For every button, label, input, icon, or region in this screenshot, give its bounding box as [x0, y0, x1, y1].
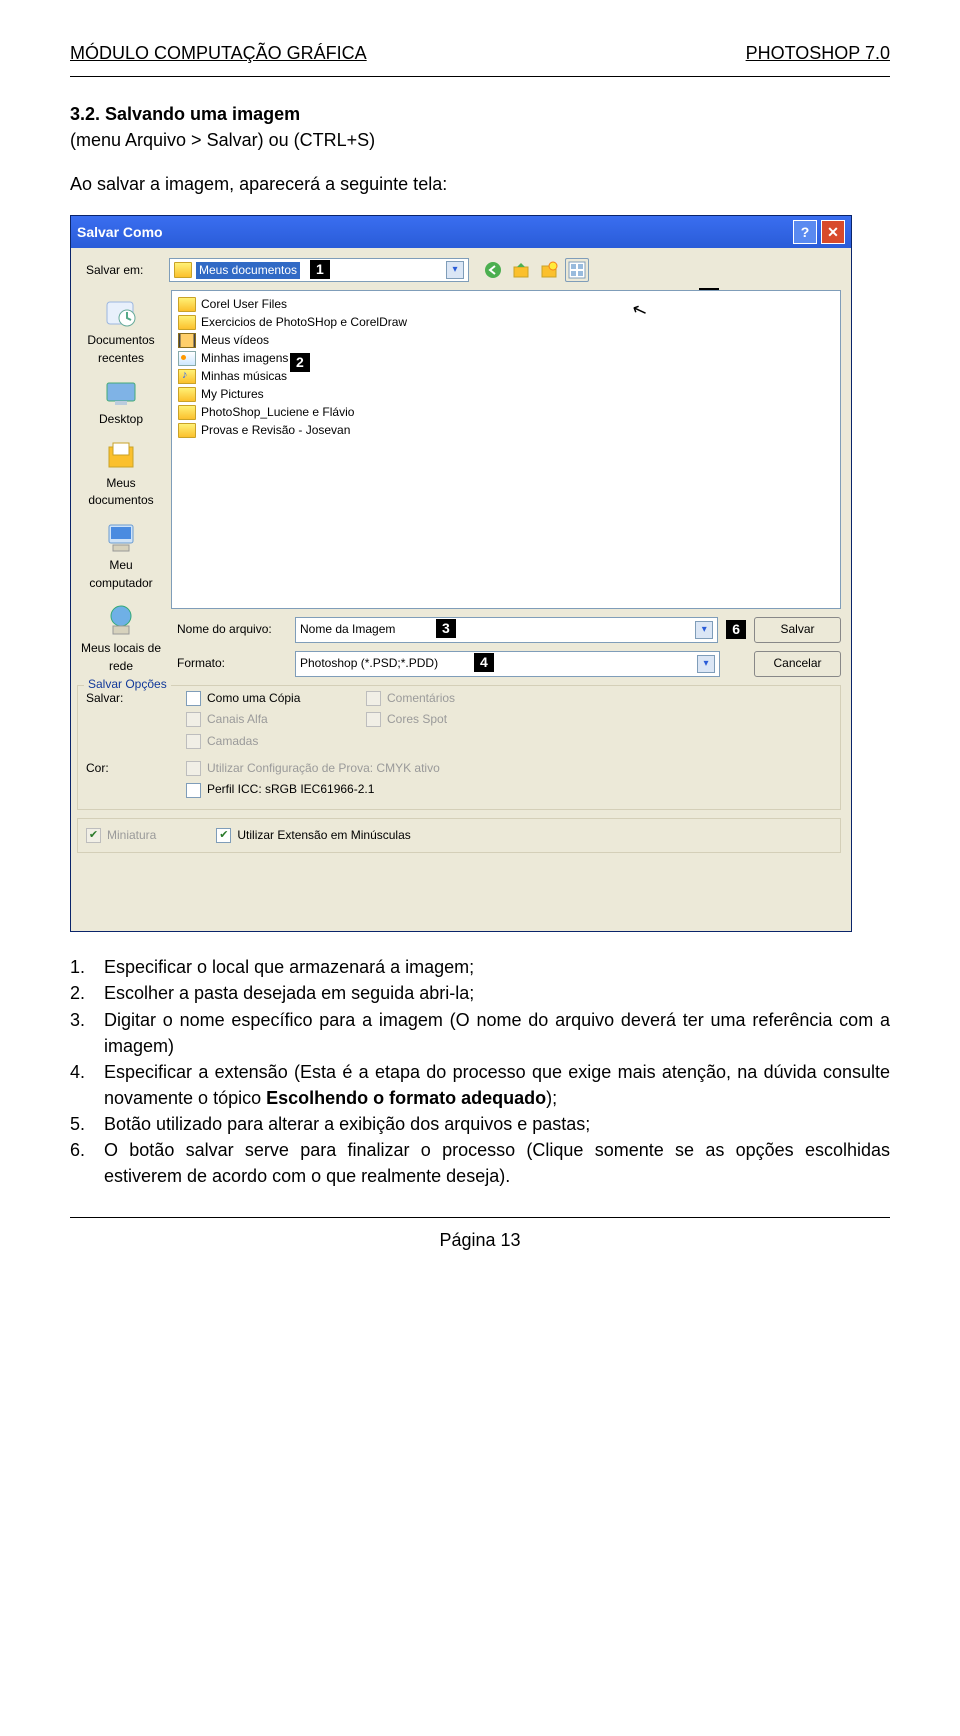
lower-options-group: ✔Miniatura ✔Utilizar Extensão em Minúscu…	[77, 818, 841, 853]
section-intro: Ao salvar a imagem, aparecerá a seguinte…	[70, 171, 890, 197]
callout-2: 2	[290, 353, 310, 372]
filename-input[interactable]: Nome da Imagem 3 ▾	[295, 617, 718, 643]
new-folder-button[interactable]	[537, 258, 561, 282]
divider	[70, 76, 890, 77]
list-item-4: Especificar a extensão (Esta é a etapa d…	[104, 1059, 890, 1111]
save-as-dialog: Salvar Como ? ✕ Salvar em: Meus document…	[70, 215, 852, 932]
video-folder-icon	[178, 333, 196, 348]
sidebar-item-recent[interactable]: Documentos recentes	[74, 292, 168, 373]
checkbox-lowercase-ext[interactable]: ✔Utilizar Extensão em Minúsculas	[216, 827, 410, 844]
checkbox-annotations: Comentários	[366, 690, 546, 707]
checkbox-as-copy[interactable]: Como uma Cópia	[186, 690, 366, 707]
format-label: Formato:	[171, 655, 287, 672]
save-in-label: Salvar em:	[86, 262, 161, 279]
sidebar-item-desktop[interactable]: Desktop	[74, 373, 168, 434]
pictures-folder-icon	[178, 351, 196, 366]
checkbox-thumbnail: ✔Miniatura	[86, 827, 156, 844]
page-header: MÓDULO COMPUTAÇÃO GRÁFICA PHOTOSHOP 7.0	[70, 40, 890, 66]
callout-6: 6	[726, 620, 746, 639]
callout-1: 1	[310, 260, 330, 279]
filename-label: Nome do arquivo:	[171, 621, 287, 638]
back-button[interactable]	[481, 258, 505, 282]
list-item-2: Escolher a pasta desejada em seguida abr…	[104, 980, 890, 1006]
numbered-list: 1.Especificar o local que armazenará a i…	[70, 954, 890, 1189]
view-menu-button[interactable]	[565, 258, 589, 282]
format-combo[interactable]: Photoshop (*.PSD;*.PDD) 4 ▾	[295, 651, 720, 677]
list-item[interactable]: Meus vídeos	[178, 331, 834, 349]
chevron-down-icon[interactable]: ▾	[446, 261, 464, 279]
chevron-down-icon[interactable]: ▾	[697, 655, 715, 673]
file-list[interactable]: Corel User Files Exercicios de PhotoSHop…	[171, 290, 841, 609]
list-item-3: Digitar o nome específico para a imagem …	[104, 1007, 890, 1059]
music-folder-icon	[178, 369, 196, 384]
checkbox-alpha: Canais Alfa	[186, 711, 366, 728]
checkbox-layers: Camadas	[186, 733, 366, 750]
list-item[interactable]: Corel User Files	[178, 295, 834, 313]
list-item[interactable]: My Pictures	[178, 385, 834, 403]
list-item[interactable]: Provas e Revisão - Josevan	[178, 421, 834, 439]
list-item-5: Botão utilizado para alterar a exibição …	[104, 1111, 890, 1137]
section-title: 3.2. Salvando uma imagem	[70, 101, 890, 127]
close-button[interactable]: ✕	[821, 220, 845, 244]
save-options-group: Salvar Opções Salvar: Como uma Cópia Com…	[77, 685, 841, 810]
sidebar-item-network[interactable]: Meus locais de rede	[74, 598, 168, 681]
folder-icon	[178, 423, 196, 438]
color-section-label: Cor:	[86, 760, 186, 777]
cancel-button[interactable]: Cancelar	[754, 651, 841, 677]
save-in-value: Meus documentos	[196, 262, 300, 279]
checkbox-icc[interactable]: Perfil ICC: sRGB IEC61966-2.1	[186, 781, 546, 798]
titlebar[interactable]: Salvar Como ? ✕	[71, 216, 851, 248]
toolbar	[481, 258, 589, 282]
checkbox-proof: Utilizar Configuração de Prova: CMYK ati…	[186, 760, 546, 777]
callout-4: 4	[474, 653, 494, 672]
section-subtitle: (menu Arquivo > Salvar) ou (CTRL+S)	[70, 127, 890, 153]
list-item-1: Especificar o local que armazenará a ima…	[104, 954, 890, 980]
list-item[interactable]: Minhas imagens	[178, 349, 834, 367]
sidebar-item-mycomputer[interactable]: Meu computador	[74, 515, 168, 598]
places-sidebar: Documentos recentes Desktop Meus documen…	[71, 286, 171, 681]
header-right: PHOTOSHOP 7.0	[746, 40, 890, 66]
callout-3: 3	[436, 619, 456, 638]
list-item[interactable]: Exercicios de PhotoSHop e CorelDraw	[178, 313, 834, 331]
chevron-down-icon[interactable]: ▾	[695, 621, 713, 639]
folder-icon	[174, 262, 192, 278]
dialog-title: Salvar Como	[77, 222, 789, 242]
save-options-legend: Salvar Opções	[84, 676, 171, 693]
folder-icon	[178, 387, 196, 402]
sidebar-item-mydocs[interactable]: Meus documentos	[74, 435, 168, 516]
page-number: Página 13	[70, 1227, 890, 1253]
help-button[interactable]: ?	[793, 220, 817, 244]
checkbox-spot: Cores Spot	[366, 711, 546, 728]
list-item-6: O botão salvar serve para finalizar o pr…	[104, 1137, 890, 1189]
folder-icon	[178, 315, 196, 330]
save-in-combo[interactable]: Meus documentos ▾ 1	[169, 258, 469, 282]
up-one-level-button[interactable]	[509, 258, 533, 282]
list-item[interactable]: Minhas músicas	[178, 367, 834, 385]
folder-icon	[178, 297, 196, 312]
folder-icon	[178, 405, 196, 420]
header-left: MÓDULO COMPUTAÇÃO GRÁFICA	[70, 40, 367, 66]
save-button[interactable]: Salvar	[754, 617, 841, 643]
list-item[interactable]: PhotoShop_Luciene e Flávio	[178, 403, 834, 421]
footer-divider	[70, 1217, 890, 1218]
